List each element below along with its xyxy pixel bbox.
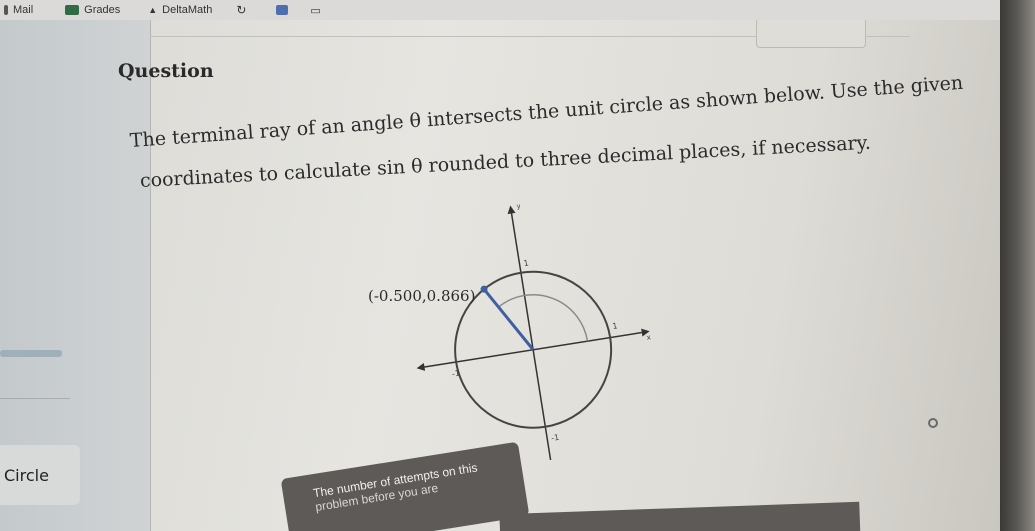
sidebar-progress-bar [0, 350, 62, 357]
screen: Circle Question The terminal ray of an a… [0, 20, 1010, 531]
help-icon[interactable] [928, 418, 938, 428]
tick-label-neg-y: -1 [551, 433, 560, 443]
question-heading: Question [118, 60, 214, 82]
mail-icon [4, 5, 8, 15]
unit-circle-figure: 1 -1 1 -1 x y (-0.500,0.866) [368, 202, 651, 460]
monitor-bezel [1000, 0, 1035, 531]
bookmark-mail[interactable]: Mail [4, 4, 33, 16]
folder-icon[interactable]: ▭ [310, 4, 320, 17]
sidebar-divider [0, 398, 70, 399]
axis-label-y: y [516, 202, 521, 211]
tick-label-pos-y: 1 [523, 258, 529, 268]
bookmark-label: Mail [13, 4, 34, 16]
bottom-panel [499, 501, 861, 531]
x-axis-arrow-left [416, 363, 426, 371]
bookmark-label: Grades [84, 4, 121, 16]
tick-label-pos-x: 1 [612, 321, 618, 331]
y-axis [510, 211, 555, 460]
refresh-icon[interactable]: ↻ [236, 3, 246, 17]
terminal-point-label: (-0.500,0.866) [368, 287, 475, 305]
left-sidebar: Circle [0, 20, 151, 531]
tick-label-neg-x: -1 [451, 369, 460, 379]
header-button[interactable] [756, 20, 866, 48]
bookmarks-bar: Mail Grades ▲ DeltaMath ↻ ▭ [0, 0, 1035, 20]
deltamath-icon: ▲ [148, 5, 158, 15]
terminal-ray [482, 288, 535, 351]
axis-label-x: x [646, 333, 651, 342]
sidebar-item-label: Circle [4, 466, 49, 485]
bookmark-deltamath[interactable]: ▲ DeltaMath [148, 4, 212, 16]
bookmark-app-icon[interactable] [276, 5, 289, 15]
bookmark-label: DeltaMath [162, 4, 213, 16]
y-axis-arrow-up [507, 205, 516, 215]
bookmark-grades[interactable]: Grades [65, 4, 120, 16]
grades-icon [65, 5, 80, 15]
